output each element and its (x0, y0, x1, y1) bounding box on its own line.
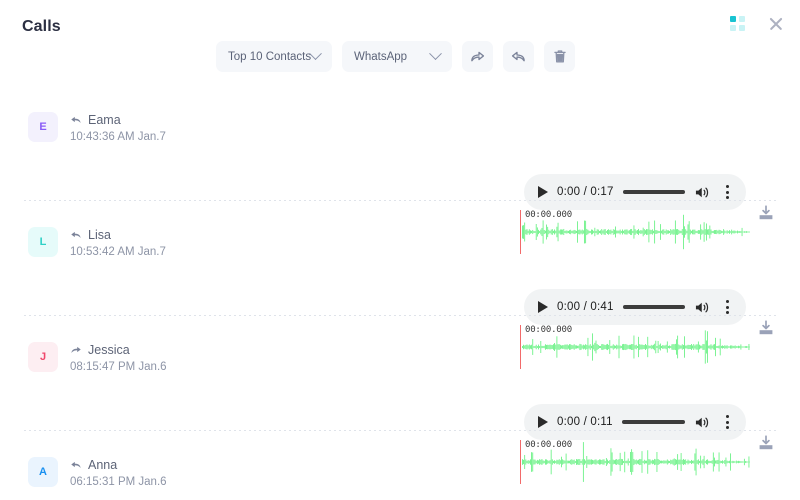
contact-meta: Jessica 08:15:47 PM Jan.6 (70, 342, 167, 373)
dot (725, 185, 729, 188)
play-button[interactable] (538, 301, 548, 313)
toolbar: Top 10 Contacts WhatsApp (216, 41, 575, 72)
play-button[interactable] (538, 186, 548, 198)
dot (725, 300, 729, 303)
dot (725, 196, 729, 199)
contact-name-row: Eama (70, 113, 166, 127)
avatar: E (28, 112, 58, 142)
seek-bar[interactable] (622, 190, 685, 194)
reply-button[interactable] (503, 41, 534, 72)
avatar: L (28, 227, 58, 257)
more-vertical-icon[interactable] (720, 299, 734, 315)
contact-info: E Eama 10:43:36 AM Jan.7 (28, 112, 166, 143)
seek-bar[interactable] (621, 420, 685, 424)
forward-arrow-icon (471, 51, 485, 62)
volume-icon[interactable] (694, 185, 711, 200)
contact-info: L Lisa 10:53:42 AM Jan.7 (28, 227, 166, 258)
grid-cell (739, 25, 745, 31)
grid-cell (730, 16, 736, 22)
call-timestamp: 10:53:42 AM Jan.7 (70, 246, 166, 258)
calls-list: E Eama 10:43:36 AM Jan.7 0:00 / 0:17 00:… (0, 86, 800, 500)
dot (725, 415, 729, 418)
calls-window: Calls Top 10 Contacts WhatsApp E Eama 10… (0, 0, 800, 500)
incoming-call-arrow-icon (71, 231, 81, 238)
dot (725, 420, 729, 424)
contact-name-row: Anna (70, 458, 167, 472)
source-filter-label: WhatsApp (354, 50, 408, 63)
call-timestamp: 08:15:47 PM Jan.6 (70, 361, 167, 373)
seek-bar[interactable] (622, 305, 685, 309)
dot (725, 190, 729, 194)
page-title: Calls (22, 18, 61, 35)
trash-icon (553, 50, 566, 63)
delete-button[interactable] (544, 41, 575, 72)
contact-info: A Anna 06:15:31 PM Jan.6 (28, 457, 167, 488)
play-button[interactable] (538, 416, 548, 428)
contacts-filter-label: Top 10 Contacts (228, 50, 312, 63)
forward-button[interactable] (462, 41, 493, 72)
chevron-down-icon (309, 47, 322, 61)
contact-meta: Eama 10:43:36 AM Jan.7 (70, 112, 166, 143)
window-header: Calls (0, 0, 800, 44)
call-timestamp: 06:15:31 PM Jan.6 (70, 476, 167, 488)
avatar: J (28, 342, 58, 372)
player-time-display: 0:00 / 0:41 (557, 301, 614, 313)
contact-name: Jessica (88, 343, 130, 357)
contact-meta: Lisa 10:53:42 AM Jan.7 (70, 227, 166, 258)
dot (725, 311, 729, 314)
chevron-down-icon (429, 47, 442, 61)
call-timestamp: 10:43:36 AM Jan.7 (70, 131, 166, 143)
window-controls (730, 16, 784, 32)
contact-name: Anna (88, 458, 118, 472)
grid-icon[interactable] (730, 16, 746, 32)
more-vertical-icon[interactable] (720, 184, 734, 200)
more-vertical-icon[interactable] (720, 414, 734, 430)
contact-name-row: Lisa (70, 228, 166, 242)
incoming-call-arrow-icon (71, 461, 81, 468)
volume-icon[interactable] (694, 300, 711, 315)
call-row[interactable]: A Anna 06:15:31 PM Jan.6 0:00 / 0:09 (0, 431, 800, 500)
incoming-call-arrow-icon (71, 116, 81, 123)
contact-name: Eama (88, 113, 121, 127)
call-row[interactable]: L Lisa 10:53:42 AM Jan.7 0:00 / 0:41 00:… (0, 201, 800, 369)
call-row[interactable]: J Jessica 08:15:47 PM Jan.6 0:00 / 0:11 (0, 316, 800, 484)
avatar: A (28, 457, 58, 487)
grid-cell (739, 16, 745, 22)
call-row[interactable]: E Eama 10:43:36 AM Jan.7 0:00 / 0:17 00:… (0, 86, 800, 254)
outgoing-call-arrow-icon (71, 346, 81, 353)
player-time-display: 0:00 / 0:17 (557, 186, 614, 198)
reply-arrow-icon (511, 51, 525, 62)
volume-icon[interactable] (694, 415, 711, 430)
player-time-display: 0:00 / 0:11 (557, 416, 613, 428)
contact-name-row: Jessica (70, 343, 167, 357)
contact-meta: Anna 06:15:31 PM Jan.6 (70, 457, 167, 488)
close-icon[interactable] (768, 16, 784, 32)
dot (725, 305, 729, 309)
contact-info: J Jessica 08:15:47 PM Jan.6 (28, 342, 167, 373)
source-filter-dropdown[interactable]: WhatsApp (342, 41, 452, 72)
grid-cell (730, 25, 736, 31)
contact-name: Lisa (88, 228, 111, 242)
contacts-filter-dropdown[interactable]: Top 10 Contacts (216, 41, 332, 72)
dot (725, 426, 729, 429)
